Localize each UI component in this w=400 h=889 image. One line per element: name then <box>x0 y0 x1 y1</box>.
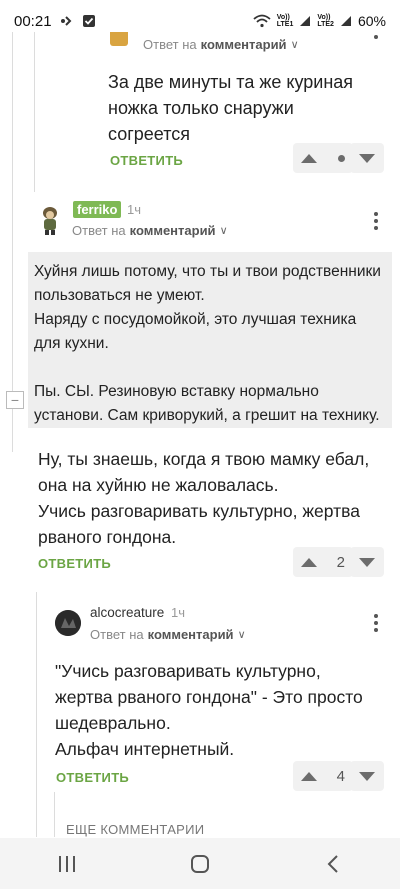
avatar[interactable] <box>55 610 81 636</box>
reply-to-line: Ответ на комментарий ∨ <box>72 223 228 238</box>
quote-line: для кухни. <box>34 335 109 352</box>
rating-dot <box>338 154 345 162</box>
comment-time: 1ч <box>171 605 186 620</box>
comment-line: Ну, ты знаешь, когда я твою мамку ебал, <box>38 449 370 469</box>
quote-line: Хуйня лишь потому, что ты и твои родстве… <box>34 263 381 280</box>
cell-signal-icon <box>299 15 311 27</box>
vote-box: 4 <box>293 761 353 791</box>
network-label-1: Vo)) LTE1 <box>276 14 294 28</box>
back-button[interactable] <box>303 844 363 884</box>
comment-text: За две минуты та же куриная ножка только… <box>108 72 354 144</box>
username[interactable]: ferriko <box>73 201 122 218</box>
system-nav-bar <box>0 838 400 889</box>
collapse-icon[interactable]: − <box>6 391 24 409</box>
downvote-icon <box>359 153 375 163</box>
home-icon <box>190 854 209 873</box>
reply-to-link[interactable]: комментарий <box>201 37 287 52</box>
reply-to-line: Ответ на комментарий ∨ <box>143 37 299 52</box>
battery-level: 60% <box>357 13 386 29</box>
downvote-button[interactable] <box>350 547 384 577</box>
network-label-2: Vo)) LTE2 <box>317 14 334 28</box>
quote-line: установи. Сам криворукий, а грешит на те… <box>34 407 380 424</box>
quote-line <box>34 356 386 380</box>
status-time: 00:21 <box>14 12 52 30</box>
back-icon <box>327 854 339 873</box>
status-left: 00:21 <box>14 13 96 30</box>
reply-button[interactable]: ОТВЕТИТЬ <box>110 153 183 168</box>
more-comments-link[interactable]: ЕЩЕ КОММЕНТАРИИ <box>66 822 204 837</box>
signal-icon <box>60 14 74 28</box>
thread-line <box>12 32 13 452</box>
username[interactable]: alcocreature <box>90 605 164 620</box>
reply-to-prefix: Ответ на <box>90 627 144 642</box>
avatar[interactable] <box>36 204 64 236</box>
check-box-icon <box>82 14 96 28</box>
quote-line: Пы. СЫ. Резиновую вставку нормально <box>34 383 319 400</box>
avatar[interactable] <box>110 32 128 46</box>
quote-line: Наряду с посудомойкой, это лучшая техник… <box>34 311 357 328</box>
recent-apps-icon <box>58 855 75 872</box>
thread-line <box>36 592 37 837</box>
vote-count: 2 <box>336 553 345 571</box>
vote-count: 4 <box>336 767 345 785</box>
comment-line: Альфач интернетный. <box>55 739 235 759</box>
vote-box: 2 <box>293 547 353 577</box>
wifi-icon <box>253 14 271 28</box>
chevron-down-icon[interactable]: ∨ <box>291 38 299 51</box>
quote-line: пользоваться не умеют. <box>34 287 205 304</box>
quoted-text: Хуйня лишь потому, что ты и твои родстве… <box>28 252 392 428</box>
comment-text: Ну, ты знаешь, когда я твою мамку ебал, … <box>38 446 388 550</box>
kebab-menu-icon[interactable] <box>373 32 379 39</box>
comment-line: она на хуйню не жаловалась. <box>38 475 279 495</box>
reply-to-link[interactable]: комментарий <box>148 627 234 642</box>
comment-line: Учись разговаривать культурно, жертва <box>38 501 360 521</box>
reply-to-prefix: Ответ на <box>72 223 126 238</box>
thread-line <box>54 792 55 837</box>
downvote-icon <box>359 557 375 567</box>
upvote-icon[interactable] <box>301 771 317 781</box>
comment-text: "Учись разговаривать культурно, жертва р… <box>55 658 385 762</box>
kebab-menu-icon[interactable] <box>373 212 379 230</box>
reply-to-link[interactable]: комментарий <box>130 223 216 238</box>
reply-to-prefix: Ответ на <box>143 37 197 52</box>
chevron-down-icon[interactable]: ∨ <box>220 224 228 237</box>
comment-time: 1ч <box>127 202 142 217</box>
cell-signal-icon-2 <box>340 15 352 27</box>
vote-box <box>293 143 353 173</box>
reply-button[interactable]: ОТВЕТИТЬ <box>38 556 111 571</box>
comment-thread: Ответ на комментарий ∨ За две минуты та … <box>0 32 400 837</box>
reply-button[interactable]: ОТВЕТИТЬ <box>56 770 129 785</box>
downvote-button[interactable] <box>350 143 384 173</box>
comment-line: шедеврально. <box>55 713 171 733</box>
comment-line: жертва рваного гондона" - Это просто <box>55 687 363 707</box>
recent-apps-button[interactable] <box>37 844 97 884</box>
thread-line <box>34 32 35 192</box>
home-button[interactable] <box>170 844 230 884</box>
comment-line: "Учись разговаривать культурно, <box>55 661 321 681</box>
downvote-icon <box>359 771 375 781</box>
kebab-menu-icon[interactable] <box>373 614 379 632</box>
status-right: Vo)) LTE1 Vo)) LTE2 60% <box>253 13 386 29</box>
chevron-down-icon[interactable]: ∨ <box>238 628 246 641</box>
upvote-icon[interactable] <box>301 153 317 163</box>
upvote-icon[interactable] <box>301 557 317 567</box>
reply-to-line: Ответ на комментарий ∨ <box>90 627 246 642</box>
downvote-button[interactable] <box>350 761 384 791</box>
